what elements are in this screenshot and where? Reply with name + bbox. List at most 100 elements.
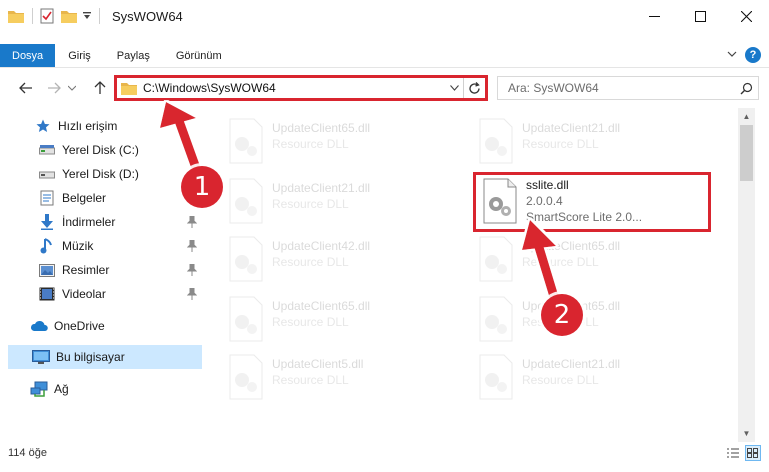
documents-icon xyxy=(38,190,56,206)
sidebar-item-label: İndirmeler xyxy=(62,215,116,229)
up-button[interactable] xyxy=(90,78,110,98)
help-icon[interactable]: ? xyxy=(745,47,761,63)
window-controls xyxy=(631,0,769,32)
file-type: Resource DLL xyxy=(272,255,349,269)
tab-view[interactable]: Görünüm xyxy=(163,44,235,67)
title-bar: SysWOW64 xyxy=(0,0,769,32)
cloud-icon xyxy=(30,318,48,334)
file-type: Resource DLL xyxy=(272,137,349,151)
file-tile[interactable]: UpdateClient65.dll Resource DLL xyxy=(214,114,454,170)
file-type: Resource DLL xyxy=(272,197,349,211)
maximize-button[interactable] xyxy=(677,0,723,32)
new-folder-icon[interactable] xyxy=(59,6,79,26)
file-tile[interactable]: UpdateClient65.dll Resource DLL xyxy=(464,232,704,288)
file-name: UpdateClient65.dll xyxy=(522,239,621,253)
dll-file-icon xyxy=(229,178,263,224)
address-bar[interactable]: C:\Windows\SysWOW64 xyxy=(114,75,488,101)
view-switcher xyxy=(725,445,761,461)
pin-icon[interactable] xyxy=(186,215,198,229)
file-name: UpdateClient42.dll xyxy=(272,239,371,253)
vertical-scrollbar[interactable]: ▲ ▼ xyxy=(738,108,755,442)
scroll-thumb[interactable] xyxy=(740,125,753,181)
address-path[interactable]: C:\Windows\SysWOW64 xyxy=(143,81,445,95)
recent-locations-button[interactable] xyxy=(66,78,78,98)
back-button[interactable] xyxy=(16,78,36,98)
sidebar-item-onedrive[interactable]: OneDrive xyxy=(0,314,202,338)
file-tile[interactable]: UpdateClient65.dll Resource DLL xyxy=(464,292,704,348)
pictures-icon xyxy=(38,262,56,278)
navigation-pane: Hızlı erişim Yerel Disk (C:) Yerel Disk … xyxy=(0,112,205,442)
sidebar-item-label: Bu bilgisayar xyxy=(56,350,125,364)
sidebar-item-quick-access[interactable]: Hızlı erişim xyxy=(0,114,202,138)
minimize-button[interactable] xyxy=(631,0,677,32)
file-type: Resource DLL xyxy=(272,373,349,387)
sidebar-item-label: Resimler xyxy=(62,263,110,277)
sidebar-item-downloads[interactable]: İndirmeler xyxy=(0,210,202,234)
toolbar-separator xyxy=(32,8,33,24)
sidebar-item-documents[interactable]: Belgeler xyxy=(0,186,202,210)
scroll-up-button[interactable]: ▲ xyxy=(738,108,755,125)
search-icon[interactable] xyxy=(734,82,758,95)
window-title: SysWOW64 xyxy=(112,8,183,24)
sidebar-item-music[interactable]: Müzik xyxy=(0,234,202,258)
drive-icon xyxy=(38,142,56,158)
quick-access-toolbar xyxy=(0,0,104,32)
toolbar-separator xyxy=(99,8,100,24)
close-button[interactable] xyxy=(723,0,769,32)
file-type: Resource DLL xyxy=(522,373,599,387)
tab-home[interactable]: Giriş xyxy=(55,44,104,67)
sidebar-item-network[interactable]: Ağ xyxy=(0,377,202,401)
sidebar-item-videos[interactable]: Videolar xyxy=(0,282,202,306)
sidebar-item-local-disk-d[interactable]: Yerel Disk (D:) xyxy=(0,162,202,186)
sidebar-item-label: Hızlı erişim xyxy=(58,119,118,133)
folder-icon xyxy=(121,83,137,95)
refresh-button[interactable] xyxy=(463,78,485,98)
dll-file-icon xyxy=(229,296,263,342)
status-bar: 114 öğe xyxy=(0,442,769,464)
computer-icon xyxy=(32,349,50,365)
dll-file-icon xyxy=(483,178,517,224)
tiles-view-button[interactable] xyxy=(745,445,761,461)
file-tile[interactable]: UpdateClient21.dll Resource DLL xyxy=(214,174,454,230)
file-type: Resource DLL xyxy=(522,255,599,269)
customize-toolbar-icon[interactable] xyxy=(81,6,93,26)
dll-file-icon xyxy=(229,118,263,164)
videos-icon xyxy=(38,286,56,302)
forward-button[interactable] xyxy=(44,78,64,98)
sidebar-item-this-pc[interactable]: Bu bilgisayar xyxy=(8,345,202,369)
dll-file-icon xyxy=(479,118,513,164)
dll-file-icon xyxy=(479,296,513,342)
file-tile[interactable]: UpdateClient5.dll Resource DLL xyxy=(214,350,454,406)
music-icon xyxy=(38,238,56,254)
sidebar-item-label: Belgeler xyxy=(62,191,107,205)
details-view-button[interactable] xyxy=(725,445,741,461)
search-input[interactable]: Ara: SysWOW64 xyxy=(508,81,734,95)
tab-share[interactable]: Paylaş xyxy=(104,44,163,67)
pin-icon[interactable] xyxy=(186,143,198,157)
sidebar-item-local-disk-c[interactable]: Yerel Disk (C:) xyxy=(0,138,202,162)
expand-ribbon-icon[interactable] xyxy=(727,48,737,62)
properties-icon[interactable] xyxy=(37,6,57,26)
dll-file-icon xyxy=(229,354,263,400)
step-badge-2: 2 xyxy=(541,294,583,336)
file-type: Resource DLL xyxy=(522,137,599,151)
file-tile-sslite[interactable]: sslite.dll 2.0.0.4 SmartScore Lite 2.0..… xyxy=(473,172,711,232)
pin-icon[interactable] xyxy=(186,263,198,277)
scroll-down-button[interactable]: ▼ xyxy=(738,425,755,442)
ribbon-tabs: Dosya Giriş Paylaş Görünüm ? xyxy=(0,44,769,68)
pin-icon[interactable] xyxy=(186,239,198,253)
file-tile[interactable]: UpdateClient21.dll Resource DLL xyxy=(464,350,704,406)
dll-file-icon xyxy=(479,236,513,282)
file-name: UpdateClient21.dll xyxy=(272,181,371,195)
sidebar-item-pictures[interactable]: Resimler xyxy=(0,258,202,282)
file-tile[interactable]: UpdateClient65.dll Resource DLL xyxy=(214,292,454,348)
pin-icon[interactable] xyxy=(186,287,198,301)
tab-file[interactable]: Dosya xyxy=(0,44,56,67)
sidebar-item-label: Ağ xyxy=(54,382,69,396)
sidebar-item-label: Yerel Disk (D:) xyxy=(62,167,139,181)
file-tile[interactable]: UpdateClient21.dll Resource DLL xyxy=(464,114,704,170)
address-dropdown-icon[interactable] xyxy=(445,85,463,91)
search-box[interactable]: Ara: SysWOW64 xyxy=(497,76,759,100)
file-tile[interactable]: UpdateClient42.dll Resource DLL xyxy=(214,232,454,288)
file-name: UpdateClient65.dll xyxy=(272,121,371,135)
